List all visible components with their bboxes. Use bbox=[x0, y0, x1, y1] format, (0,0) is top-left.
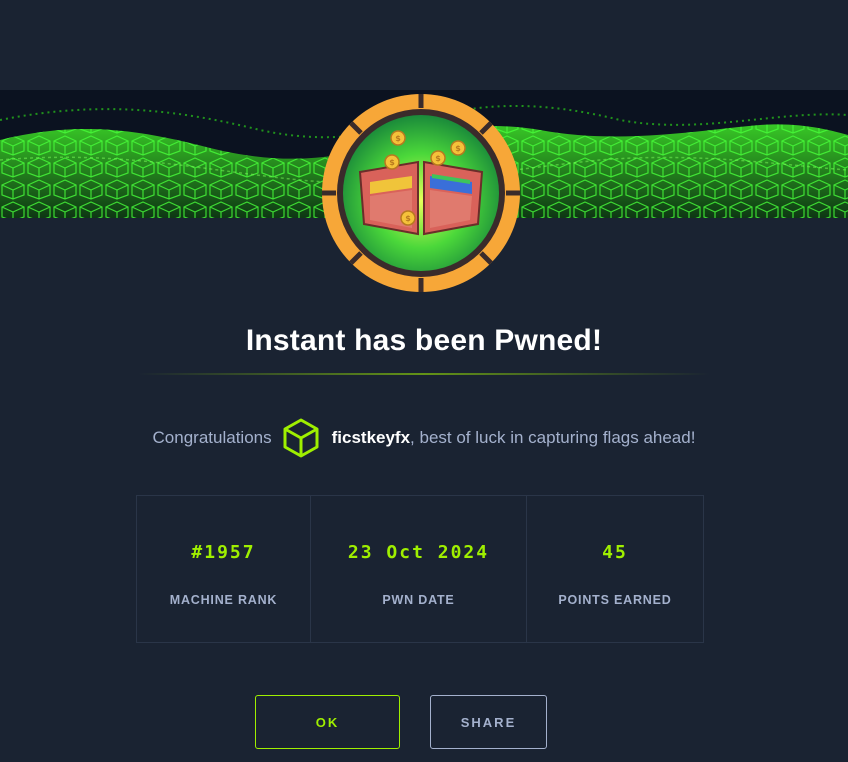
stat-points-earned: 45 POINTS EARNED bbox=[527, 496, 703, 642]
stat-value: 23 Oct 2024 bbox=[347, 542, 490, 563]
title-divider bbox=[138, 373, 710, 375]
stats-panel: #1957 MACHINE RANK 23 Oct 2024 PWN DATE … bbox=[136, 495, 704, 643]
svg-text:$: $ bbox=[455, 144, 461, 153]
top-band bbox=[0, 0, 848, 90]
username-link[interactable]: ficstkeyfx bbox=[332, 428, 410, 448]
congrats-prefix: Congratulations bbox=[152, 428, 272, 447]
stat-value: #1957 bbox=[191, 542, 256, 563]
svg-text:$: $ bbox=[435, 154, 441, 163]
stat-label: MACHINE RANK bbox=[169, 593, 278, 607]
wallet-coins-badge-icon: $ $ $ $ $ bbox=[320, 92, 522, 294]
congratulations-message: Congratulations ficstkeyfx , best of luc… bbox=[0, 416, 848, 460]
svg-text:$: $ bbox=[395, 134, 401, 143]
svg-text:$: $ bbox=[405, 214, 411, 223]
stat-pwn-date: 23 Oct 2024 PWN DATE bbox=[311, 496, 527, 642]
stat-value: 45 bbox=[602, 542, 628, 563]
stat-label: PWN DATE bbox=[382, 593, 455, 607]
page-title: Instant has been Pwned! bbox=[245, 324, 603, 357]
svg-text:$: $ bbox=[389, 158, 395, 167]
ok-button[interactable]: OK bbox=[255, 695, 400, 749]
share-button[interactable]: SHARE bbox=[430, 695, 547, 749]
stat-label: POINTS EARNED bbox=[558, 593, 672, 607]
congrats-suffix: , best of luck in capturing flags ahead! bbox=[410, 428, 696, 447]
hexagon-cube-icon bbox=[283, 418, 319, 458]
stat-machine-rank: #1957 MACHINE RANK bbox=[137, 496, 311, 642]
